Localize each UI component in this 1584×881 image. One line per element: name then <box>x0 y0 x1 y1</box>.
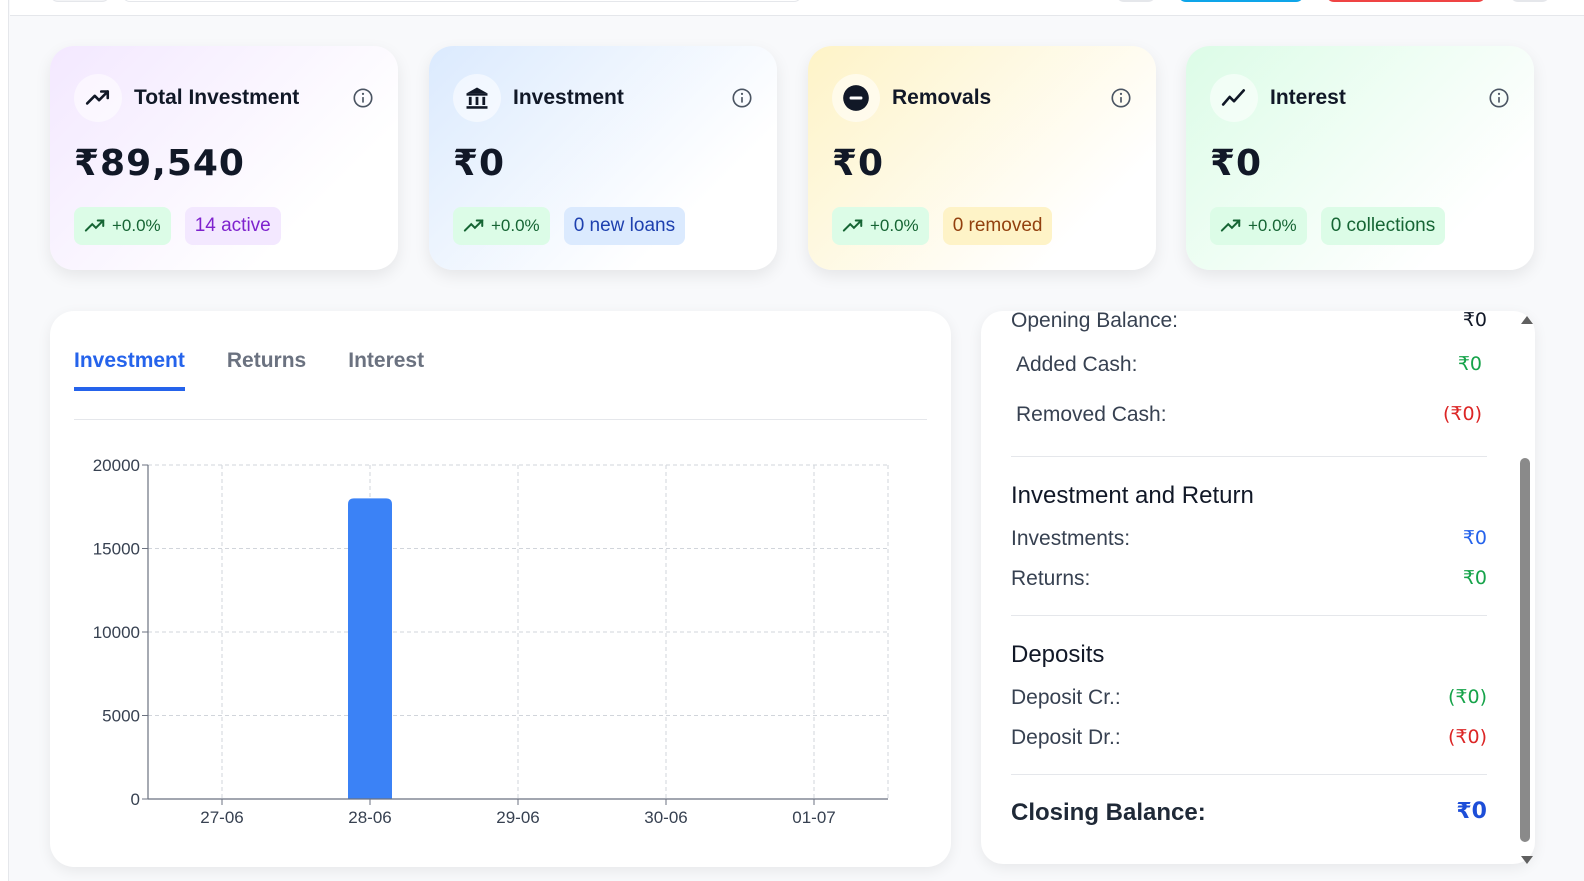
interest-card: Interest ₹0 +0.0% 0 collections <box>1186 46 1534 270</box>
growth-badge: +0.0% <box>74 207 171 245</box>
opening-balance-value: ₹0 <box>1462 311 1487 331</box>
x-tick-label: 27-06 <box>200 808 243 827</box>
info-icon[interactable] <box>1110 87 1132 109</box>
added-cash-value: ₹0 <box>1457 353 1482 375</box>
card-title: Removals <box>892 86 992 109</box>
removals-card: Removals ₹0 +0.0% 0 removed <box>808 46 1156 270</box>
growth-value: +0.0% <box>112 216 161 235</box>
info-icon[interactable] <box>731 87 753 109</box>
closing-balance-label: Closing Balance: <box>1011 799 1206 826</box>
returns-label: Returns: <box>1011 567 1091 590</box>
info-icon[interactable] <box>352 87 374 109</box>
removed-cash-row: Removed Cash: (₹0) <box>1016 403 1482 427</box>
y-tick-label: 20000 <box>93 456 140 475</box>
x-tick-label: 01-07 <box>792 808 835 827</box>
growth-badge: +0.0% <box>1210 207 1307 245</box>
growth-badge: +0.0% <box>832 207 929 245</box>
returns-row: Returns: ₹0 <box>1011 567 1487 591</box>
closing-balance-row: Closing Balance: ₹0 <box>1011 799 1487 827</box>
bar-28-06 <box>348 498 392 799</box>
y-tick-label: 5000 <box>102 707 140 726</box>
opening-balance-label: Opening Balance: <box>1011 311 1178 332</box>
trending-up-icon <box>84 219 105 232</box>
trending-up-icon <box>463 219 484 232</box>
deposit-dr-label: Deposit Dr.: <box>1011 726 1121 749</box>
header-primary-button[interactable] <box>1178 0 1304 2</box>
scroll-down-arrow-icon[interactable] <box>1521 856 1533 864</box>
scroll-thumb[interactable] <box>1520 458 1530 842</box>
x-tick-label: 30-06 <box>644 808 687 827</box>
card-value: ₹89,540 <box>74 143 245 184</box>
growth-badge: +0.0% <box>453 207 550 245</box>
added-cash-row: Added Cash: ₹0 <box>1016 353 1482 377</box>
total-investment-card: Total Investment ₹89,540 +0.0% 14 active <box>50 46 398 270</box>
card-title: Investment <box>513 86 624 109</box>
growth-value: +0.0% <box>1248 216 1297 235</box>
growth-value: +0.0% <box>491 216 540 235</box>
bank-icon <box>453 74 501 122</box>
collections-badge: 0 collections <box>1320 207 1446 245</box>
card-value: ₹0 <box>453 143 506 184</box>
left-sidebar-edge <box>0 0 9 881</box>
removed-cash-value: (₹0) <box>1442 403 1482 425</box>
card-value: ₹0 <box>1210 143 1263 184</box>
header-avatar[interactable] <box>1116 0 1156 2</box>
returns-value: ₹0 <box>1462 567 1487 589</box>
header-danger-button[interactable] <box>1326 0 1486 2</box>
opening-balance-row: Opening Balance: ₹0 <box>1011 311 1487 333</box>
growth-value: +0.0% <box>870 216 919 235</box>
chart-panel: Investment Returns Interest 0 5000 10000 15… <box>50 311 951 867</box>
deposit-cr-label: Deposit Cr.: <box>1011 686 1121 709</box>
investments-label: Investments: <box>1011 527 1131 550</box>
deposits-title: Deposits <box>1011 641 1105 668</box>
new-loans-badge: 0 new loans <box>563 207 686 245</box>
deposit-cr-row: Deposit Cr.: (₹0) <box>1011 686 1487 710</box>
y-tick-label: 15000 <box>93 540 140 559</box>
y-tick-label: 10000 <box>93 623 140 642</box>
section-divider <box>1011 615 1487 616</box>
chart-line-icon <box>1210 74 1258 122</box>
card-title: Total Investment <box>134 86 300 109</box>
header-profile-button[interactable] <box>1510 0 1550 2</box>
info-icon[interactable] <box>1488 87 1510 109</box>
x-tick-label: 28-06 <box>348 808 391 827</box>
balance-summary-panel: Opening Balance: ₹0 Added Cash: ₹0 Remov… <box>981 311 1535 864</box>
card-value: ₹0 <box>832 143 885 184</box>
deposit-dr-row: Deposit Dr.: (₹0) <box>1011 726 1487 750</box>
trending-up-icon <box>842 219 863 232</box>
x-tick-label: 29-06 <box>496 808 539 827</box>
header-menu-button[interactable] <box>50 0 110 2</box>
investments-row: Investments: ₹0 <box>1011 527 1487 551</box>
deposit-cr-value: (₹0) <box>1447 686 1487 708</box>
added-cash-label: Added Cash: <box>1016 353 1138 376</box>
section-divider <box>1011 774 1487 775</box>
header-search-input[interactable] <box>122 0 802 2</box>
trending-up-icon <box>74 74 122 122</box>
investments-value: ₹0 <box>1462 527 1487 549</box>
investment-card: Investment ₹0 +0.0% 0 new loans <box>429 46 777 270</box>
minus-circle-icon <box>832 74 880 122</box>
removed-cash-label: Removed Cash: <box>1016 403 1167 426</box>
investment-return-title: Investment and Return <box>1011 482 1254 509</box>
scroll-up-arrow-icon[interactable] <box>1521 316 1533 324</box>
summary-scrollbar[interactable] <box>1518 311 1534 864</box>
removed-count-badge: 0 removed <box>942 207 1053 245</box>
trending-up-icon <box>1220 219 1241 232</box>
active-count-badge: 14 active <box>184 207 281 245</box>
deposit-dr-value: (₹0) <box>1447 726 1487 748</box>
card-title: Interest <box>1270 86 1346 109</box>
section-divider <box>1011 456 1487 457</box>
y-tick-label: 0 <box>131 790 140 809</box>
top-header-bar <box>10 0 1584 16</box>
closing-balance-value: ₹0 <box>1456 799 1487 824</box>
investment-bar-chart: 0 5000 10000 15000 20000 27-06 28-06 29-06 30-06… <box>93 456 889 827</box>
